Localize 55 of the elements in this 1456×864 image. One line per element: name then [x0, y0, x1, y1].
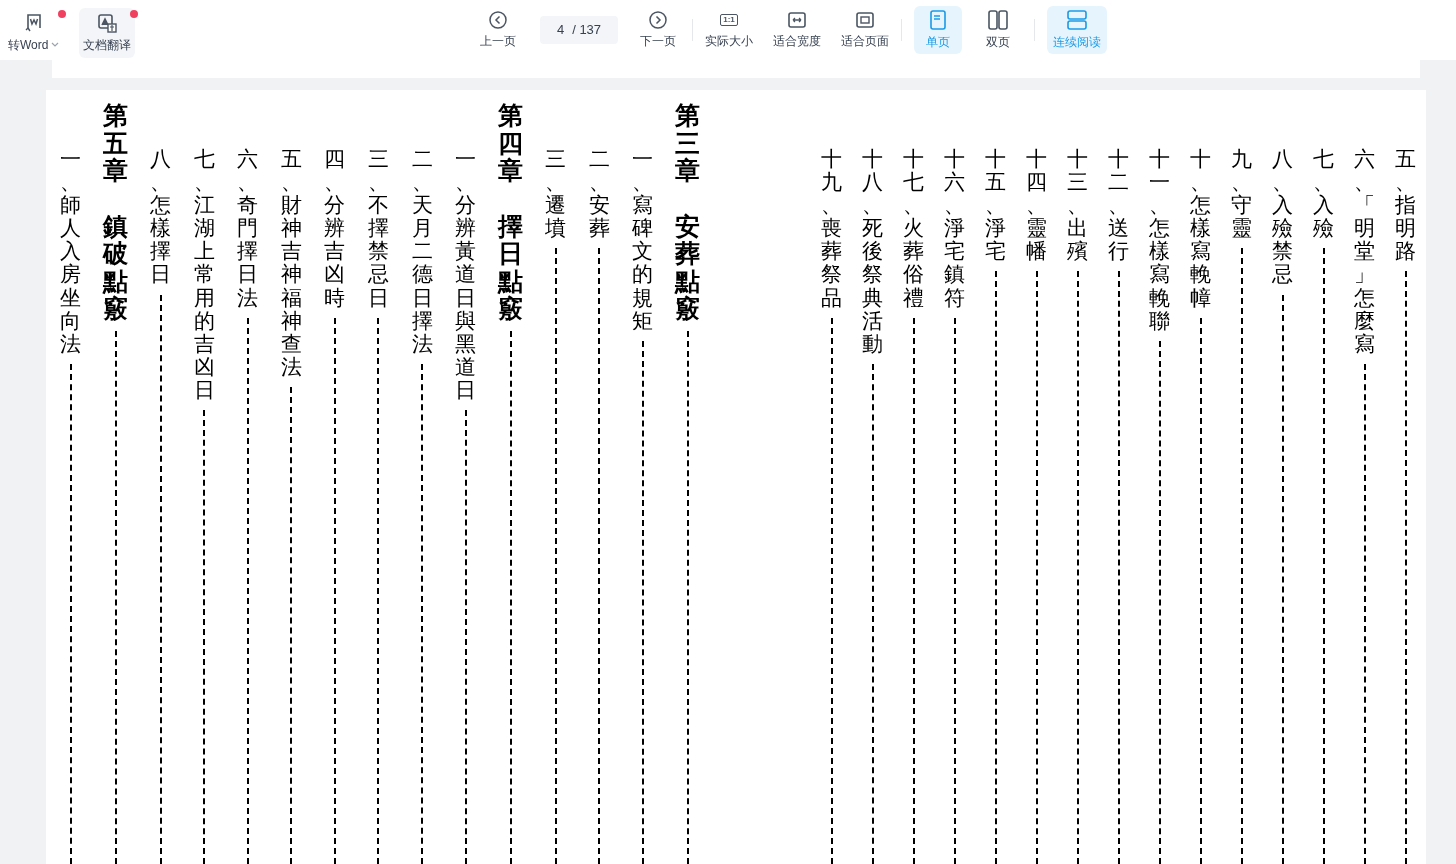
page-number: 4	[556, 21, 565, 40]
contents-entry: 十一、怎樣寫輓聯	[1149, 148, 1170, 333]
contents-entry: 九、守靈	[1231, 148, 1252, 241]
contents-entry: 十六、淨宅鎮符	[944, 148, 965, 310]
single-page-icon	[930, 9, 946, 30]
stacked-pages-icon	[1067, 9, 1087, 30]
contents-entry: 六、奇門擇日法	[237, 148, 259, 310]
contents-entry: 七、江湖上常用的吉凶日	[193, 148, 215, 403]
fit-width-icon	[788, 11, 806, 28]
two-page-button[interactable]: 双页	[974, 6, 1022, 54]
contents-entry: 八、怎樣擇日	[150, 148, 172, 287]
contents-entry: 十八、死後祭典活動	[862, 148, 883, 356]
contents-entry: 五、指明路	[1395, 148, 1416, 264]
chapter-title: 擇日點竅	[498, 212, 524, 323]
contents-entry: 十五、淨宅	[985, 148, 1006, 264]
contents-entry: 一、師人入房坐向法	[60, 148, 81, 356]
next-page-icon	[649, 10, 667, 29]
contents-entry: 四、分辨吉凶時	[324, 148, 346, 310]
contents-entry: 二、天月二德日擇法	[411, 148, 433, 356]
contents-entry: 一、分辨黃道日與黑道日	[455, 148, 477, 403]
actual-size-icon: 1:1	[720, 13, 738, 26]
document-icon	[24, 13, 43, 33]
caret-icon	[51, 42, 60, 48]
contents-entry: 七、入殮	[1313, 148, 1334, 241]
chapter-title: 安葬點竅	[675, 212, 701, 323]
contents-entry: 三、遷墳	[545, 148, 567, 241]
chapter-number: 第五章	[103, 102, 129, 185]
chapter-number: 第四章	[498, 102, 524, 185]
fit-width-button[interactable]: 适合宽度	[773, 10, 821, 50]
contents-entry: 六、「明堂」怎麼寫	[1354, 148, 1375, 356]
actual-size-button[interactable]: 1:1 实际大小	[705, 10, 753, 50]
previous-page-icon	[489, 10, 507, 29]
contents-entry: 十九、喪葬祭品	[821, 148, 842, 310]
fit-page-button[interactable]: 适合页面	[841, 10, 889, 50]
contents-entry: 十二、送行	[1108, 148, 1129, 264]
page-number-field[interactable]: 4 / 137	[540, 16, 618, 44]
page-total: / 137	[572, 21, 602, 40]
contents-entry: 五、財神吉神福神查法	[280, 148, 302, 379]
contents-entry: 一、寫碑文的規矩	[632, 148, 654, 333]
translate-icon	[97, 13, 118, 33]
previous-page-button[interactable]: 上一页	[476, 10, 520, 50]
contents-entry: 八、入殮禁忌	[1272, 148, 1293, 287]
translate-button[interactable]: 文档翻译	[79, 8, 136, 58]
next-page-button[interactable]: 下一页	[636, 10, 680, 50]
fit-page-icon	[856, 11, 874, 28]
chapter-title: 鎮破點竅	[103, 212, 129, 323]
contents-entry: 十、怎樣寫輓幛	[1190, 148, 1211, 310]
contents-entry: 十四、靈幡	[1026, 148, 1047, 264]
convert-word-button[interactable]: 转Word	[4, 8, 64, 58]
contents-entry: 十七、火葬俗禮	[903, 148, 924, 310]
contents-entry: 三、不擇禁忌日	[367, 148, 389, 310]
two-pages-icon	[988, 9, 1008, 30]
contents-entry: 二、安葬	[588, 148, 610, 241]
contents-entry: 十三、出殯	[1067, 148, 1088, 264]
chapter-number: 第三章	[675, 102, 701, 185]
